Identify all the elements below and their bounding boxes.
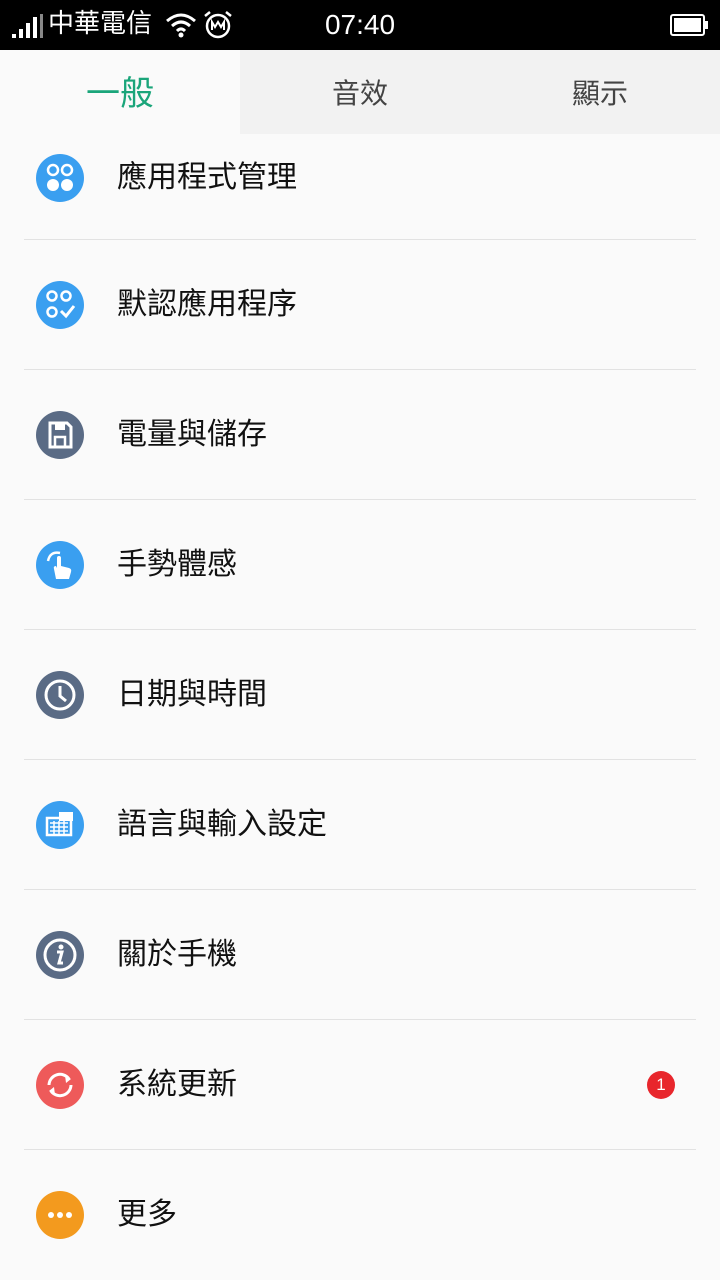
list-item-battery-storage[interactable]: 電量與儲存 [0,370,720,500]
default-apps-icon [36,281,84,329]
info-icon [36,931,84,979]
item-label: 更多 [117,1197,177,1232]
item-label: 語言與輸入設定 [117,807,327,842]
battery-icon [670,14,708,36]
list-item-language-input[interactable]: 語言與輸入設定 [0,760,720,890]
keyboard-icon [36,801,84,849]
item-label: 系統更新 [117,1067,237,1102]
status-bar: 中華電信 07:40 [0,0,720,50]
notification-badge: 1 [647,1071,675,1099]
list-item-more[interactable]: 更多 [0,1150,720,1280]
list-item-about-phone[interactable]: 關於手機 [0,890,720,1020]
item-label: 默認應用程序 [117,287,297,322]
item-label: 應用程式管理 [117,160,297,195]
clock-icon [36,671,84,719]
more-icon [36,1191,84,1239]
save-icon [36,411,84,459]
list-item-app-management[interactable]: 應用程式管理 [0,112,720,240]
item-label: 關於手機 [117,937,237,972]
list-item-default-apps[interactable]: 默認應用程序 [0,240,720,370]
list-item-system-update[interactable]: 系統更新 1 [0,1020,720,1150]
item-label: 日期與時間 [117,677,267,712]
apps-manage-icon [36,154,84,202]
clock: 07:40 [324,9,396,40]
settings-list: 應用程式管理 默認應用程序 電量與儲存 手勢體感 日期與時間 語言與輸入設定 關… [0,112,720,1280]
list-item-date-time[interactable]: 日期與時間 [0,630,720,760]
list-item-gesture[interactable]: 手勢體感 [0,500,720,630]
item-label: 手勢體感 [117,547,237,582]
gesture-icon [36,541,84,589]
item-label: 電量與儲存 [117,417,267,452]
update-icon [36,1061,84,1109]
